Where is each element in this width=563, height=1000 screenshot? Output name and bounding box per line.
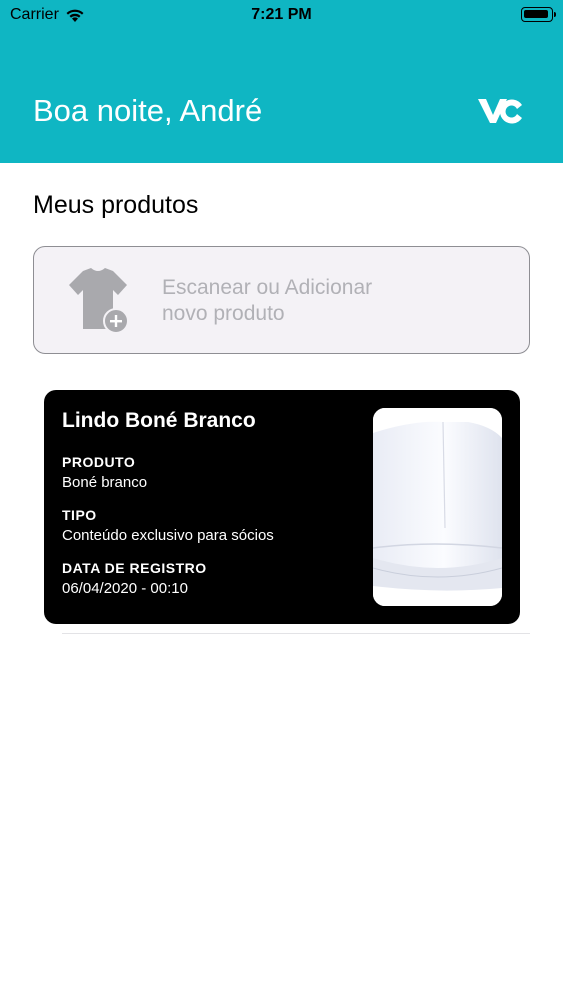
battery-icon	[521, 7, 556, 22]
white-cap-image	[373, 408, 502, 606]
list-separator	[62, 633, 530, 634]
section-title: Meus produtos	[33, 191, 199, 219]
tshirt-add-icon	[69, 268, 129, 334]
product-card[interactable]: Lindo Boné Branco PRODUTO Boné branco TI…	[44, 390, 520, 624]
registration-date-value: 06/04/2020 - 00:10	[62, 580, 188, 597]
type-label: TIPO	[62, 507, 97, 523]
greeting-title: Boa noite, André	[33, 93, 263, 128]
add-product-line1: Escanear ou Adicionar	[162, 276, 373, 299]
product-image	[373, 408, 502, 606]
app-header: Carrier 7:21 PM Boa noite, André	[0, 0, 563, 163]
product-label: PRODUTO	[62, 454, 136, 470]
status-bar: Carrier 7:21 PM	[0, 0, 563, 30]
add-product-label: Escanear ou Adicionar novo produto	[162, 275, 372, 327]
vc-logo-icon	[478, 99, 522, 124]
status-time: 7:21 PM	[251, 6, 312, 23]
registration-date-label: DATA DE REGISTRO	[62, 560, 207, 576]
type-value: Conteúdo exclusivo para sócios	[62, 527, 274, 544]
product-name: Lindo Boné Branco	[62, 409, 256, 432]
product-value: Boné branco	[62, 474, 148, 491]
add-product-button[interactable]: Escanear ou Adicionar novo produto	[33, 246, 530, 354]
add-product-line2: novo produto	[162, 302, 285, 325]
